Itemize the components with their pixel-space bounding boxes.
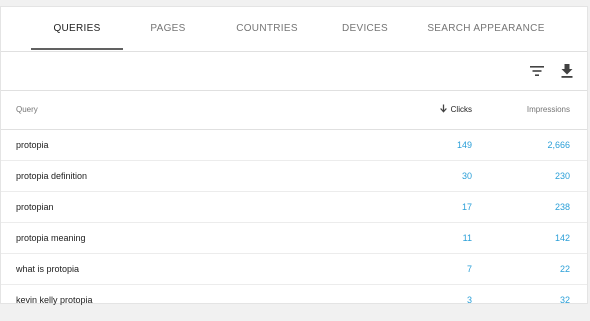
filter-icon[interactable] [527,61,547,81]
queries-table: Query Clicks Impressions protopia 149 2,… [1,91,587,315]
download-icon[interactable] [557,61,577,81]
table-row[interactable]: what is protopia 7 22 [1,254,587,285]
clicks-cell: 11 [462,233,472,243]
impressions-cell: 230 [554,171,570,181]
tab-devices[interactable]: DEVICES [334,7,396,51]
table-row[interactable]: protopia definition 30 230 [1,161,587,192]
impressions-cell: 32 [559,295,570,305]
query-cell: protopia meaning [16,233,86,243]
table-row[interactable]: kevin kelly protopia 3 32 [1,285,587,315]
query-cell: what is protopia [16,264,80,274]
clicks-cell: 7 [466,264,472,274]
tab-pages[interactable]: PAGES [137,7,199,51]
table-row[interactable]: protopia 149 2,666 [1,130,587,161]
table-header: Query Clicks Impressions [1,91,587,130]
clicks-cell: 30 [461,171,472,181]
active-tab-indicator [31,48,123,50]
query-cell: protopia [16,140,49,150]
arrow-down-icon [439,104,447,113]
query-cell: protopian [16,202,54,212]
clicks-cell: 149 [456,140,472,150]
column-header-query[interactable]: Query [16,91,38,129]
clicks-cell: 17 [461,202,472,212]
performance-card: QUERIES PAGES COUNTRIES DEVICES SEARCH A… [0,6,588,305]
clicks-cell: 3 [466,295,472,305]
query-cell: kevin kelly protopia [16,295,93,305]
impressions-cell: 2,666 [547,140,570,150]
impressions-cell: 142 [554,233,570,243]
table-row[interactable]: protopia meaning 11 142 [1,223,587,254]
column-header-clicks[interactable]: Clicks [439,91,472,129]
column-header-impressions[interactable]: Impressions [527,91,570,129]
query-cell: protopia definition [16,171,88,181]
tab-bar: QUERIES PAGES COUNTRIES DEVICES SEARCH A… [1,7,587,52]
table-row[interactable]: protopian 17 238 [1,192,587,223]
impressions-cell: 238 [554,202,570,212]
tab-countries[interactable]: COUNTRIES [229,7,305,51]
tab-queries[interactable]: QUERIES [31,7,123,51]
column-header-clicks-label: Clicks [450,105,472,114]
table-toolbar [1,52,587,91]
tab-search-appearance[interactable]: SEARCH APPEARANCE [426,7,546,51]
impressions-cell: 22 [559,264,570,274]
